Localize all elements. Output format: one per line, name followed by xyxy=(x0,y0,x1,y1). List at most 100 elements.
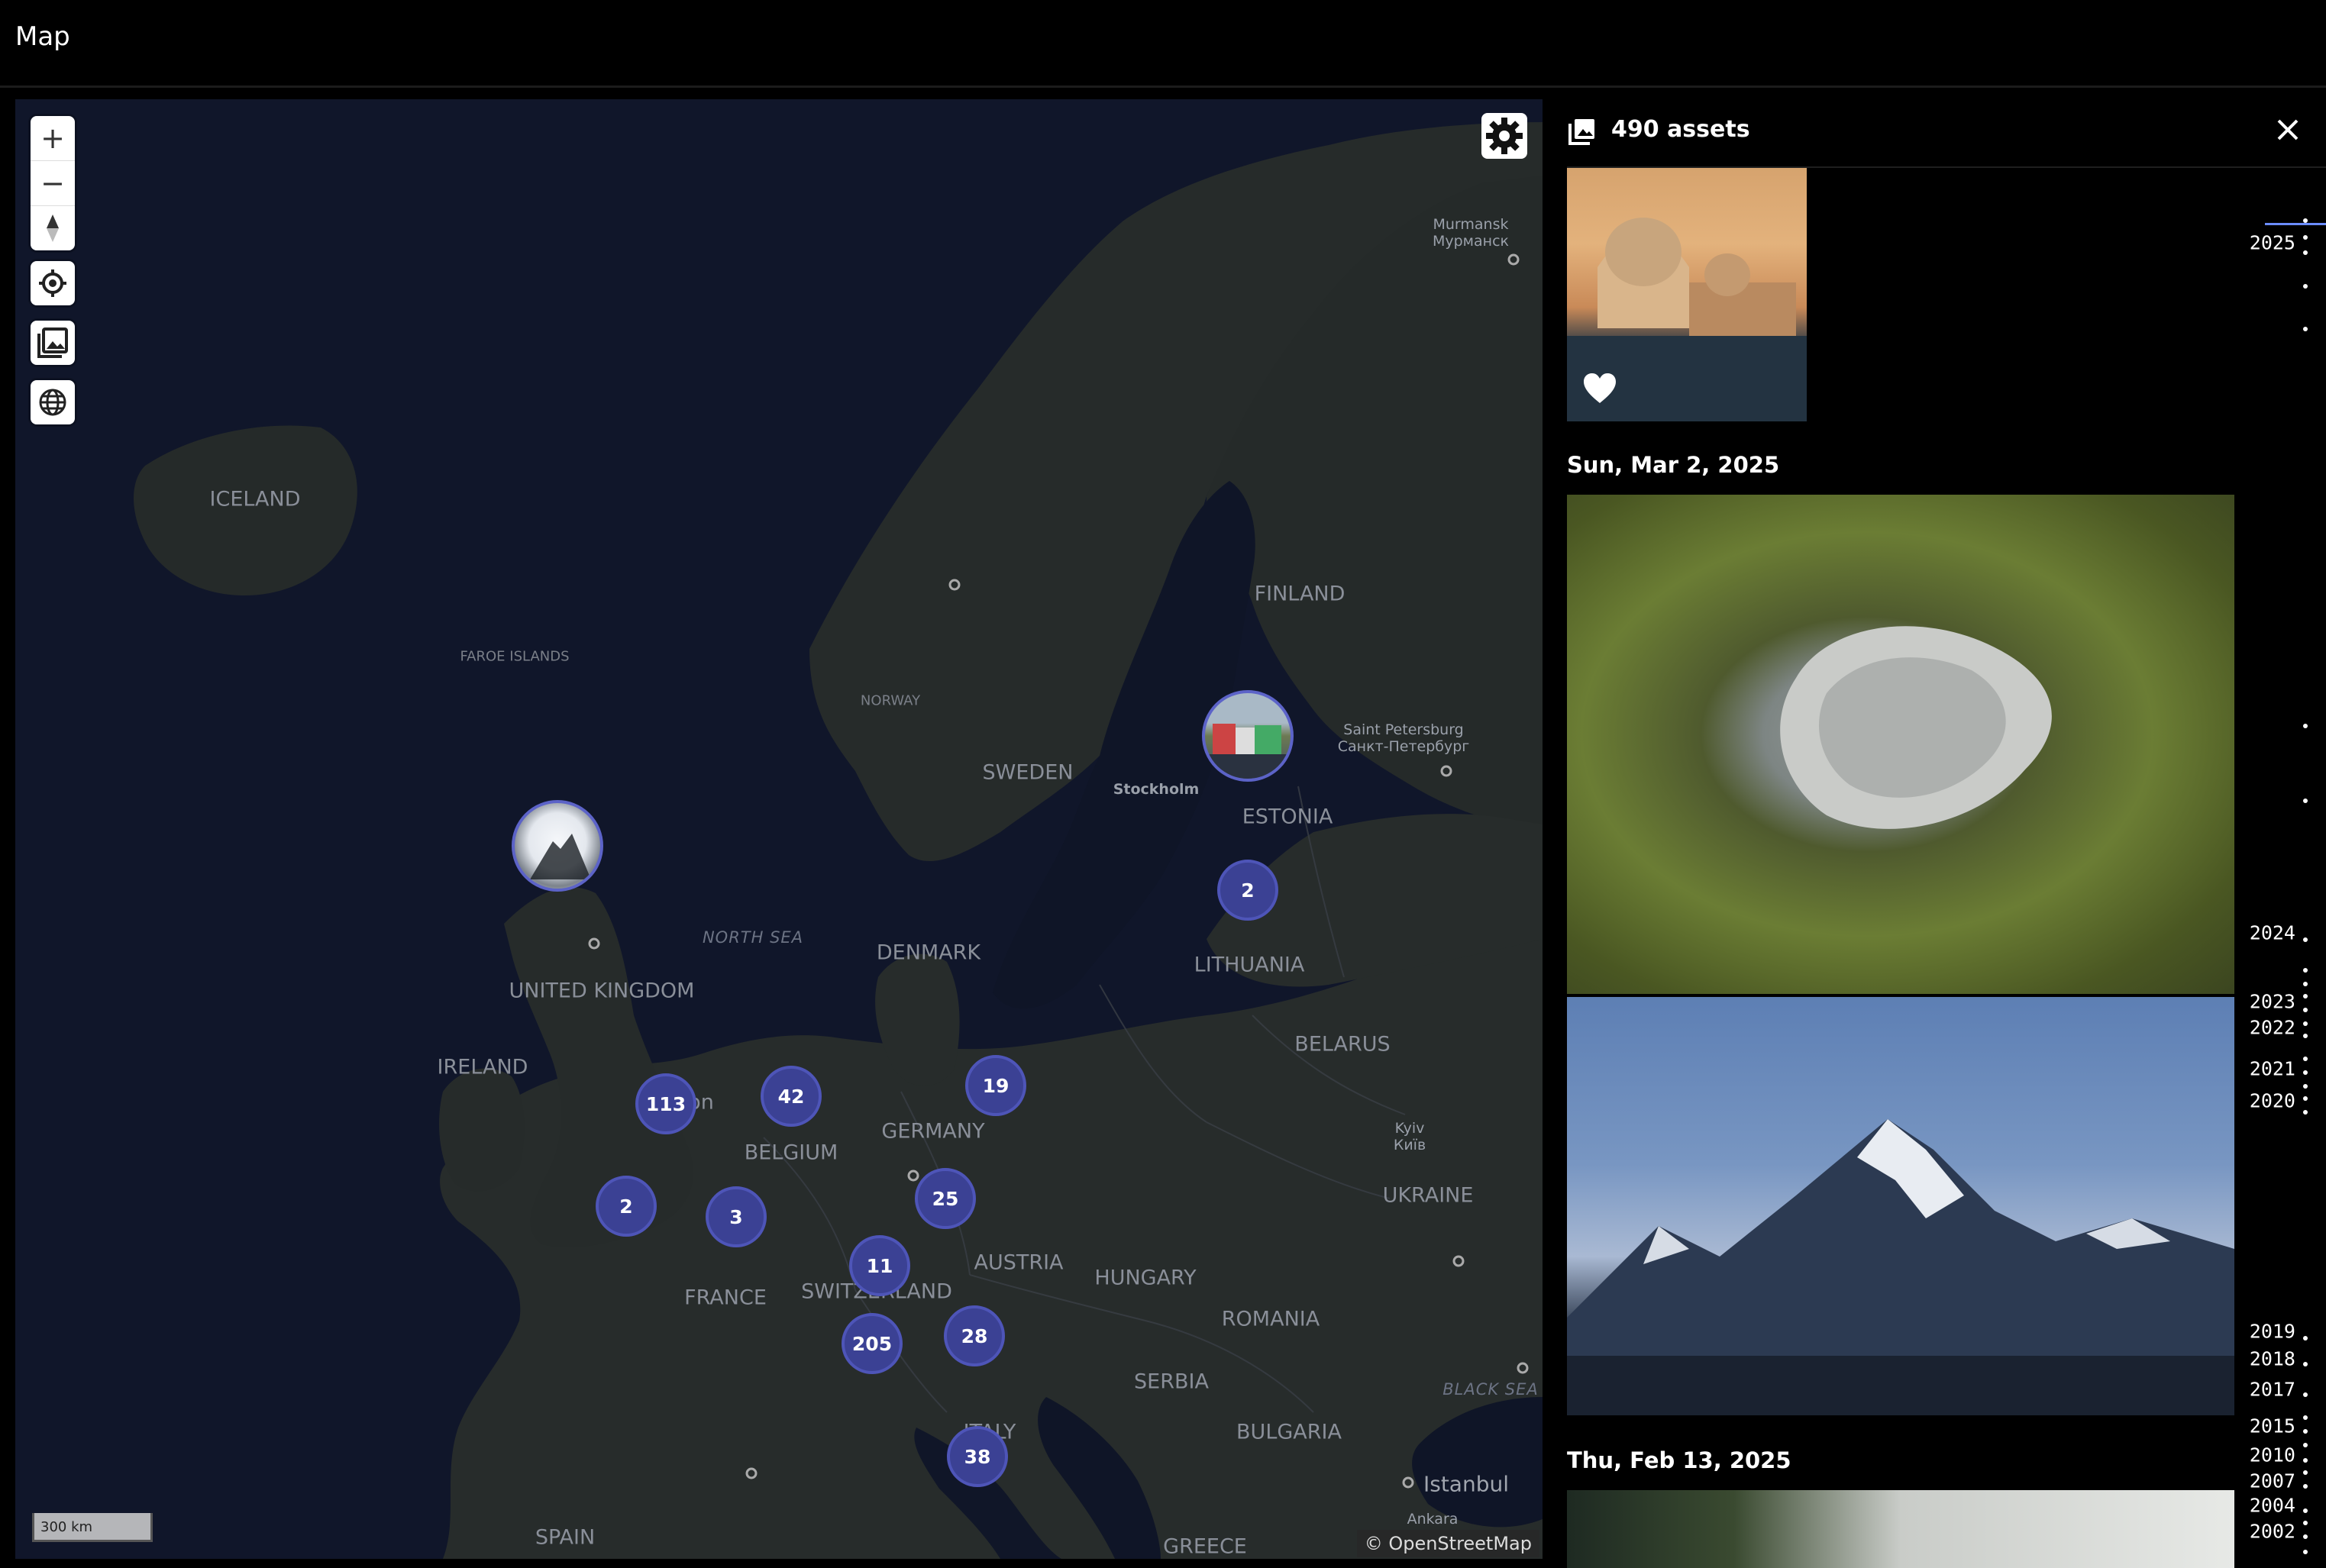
map-attribution[interactable]: © OpenStreetMap xyxy=(1356,1530,1539,1557)
favorite-heart-icon[interactable] xyxy=(1582,373,1617,405)
cluster-marker[interactable]: 11 xyxy=(849,1235,910,1296)
asset-count: 490 assets xyxy=(1611,116,1750,143)
label-sweden: SWEDEN xyxy=(982,760,1074,785)
label-belgium: BELGIUM xyxy=(744,1141,838,1165)
label-ankara: Ankara xyxy=(1407,1511,1459,1528)
locate-button[interactable] xyxy=(31,261,75,305)
scrubber-dot xyxy=(2303,1458,2308,1463)
label-united-kingdom: UNITED KINGDOM xyxy=(509,979,695,1003)
scrubber-year[interactable]: 2019 xyxy=(2250,1321,2295,1343)
cluster-marker[interactable]: 19 xyxy=(965,1055,1026,1116)
label-hungary: HUNGARY xyxy=(1094,1266,1197,1290)
label-estonia: ESTONIA xyxy=(1242,805,1333,829)
zoom-controls: + − xyxy=(31,116,75,250)
label-kyiv: Kyiv xyxy=(1394,1120,1425,1137)
scrubber-year[interactable]: 2023 xyxy=(2250,991,2295,1013)
label-stockholm: Stockholm xyxy=(1113,781,1200,798)
compass-icon xyxy=(47,215,59,242)
label-spain: SPAIN xyxy=(535,1525,596,1550)
scrubber-dot xyxy=(2303,1550,2308,1554)
scrubber-dot xyxy=(2303,235,2308,240)
scrubber-year[interactable]: 2025 xyxy=(2250,232,2295,254)
scrubber-dot xyxy=(2303,982,2308,986)
scrubber-dot xyxy=(2303,1084,2308,1089)
label-romania: ROMANIA xyxy=(1221,1307,1320,1331)
label-bulgaria: BULGARIA xyxy=(1236,1420,1342,1444)
scrubber-dot xyxy=(2303,218,2308,223)
label-denmark: DENMARK xyxy=(876,940,981,965)
asset-thumbnail[interactable] xyxy=(1567,168,1807,421)
label-belarus: BELARUS xyxy=(1294,1032,1391,1057)
scrubber-dot xyxy=(2303,1021,2308,1026)
asset-thumbnail[interactable] xyxy=(1567,1490,2234,1568)
scrubber-dot xyxy=(2303,1443,2308,1447)
photo-marker-market-image xyxy=(1205,724,1291,779)
globe-icon xyxy=(39,389,66,416)
cluster-marker[interactable]: 3 xyxy=(706,1186,767,1247)
zoom-in-button[interactable]: + xyxy=(31,116,75,161)
scrubber-dot xyxy=(2303,284,2308,289)
asset-thumbnail[interactable] xyxy=(1567,495,2234,994)
label-ukraine: UKRAINE xyxy=(1382,1183,1474,1208)
label-france: FRANCE xyxy=(684,1286,767,1310)
scrubber-dot xyxy=(2303,1057,2308,1061)
map-view[interactable]: ICELAND FAROE ISLANDS NORWAY SWEDEN FINL… xyxy=(15,99,1543,1559)
cluster-marker[interactable]: 38 xyxy=(947,1426,1008,1487)
cluster-marker[interactable]: 28 xyxy=(944,1305,1005,1366)
compass-button[interactable] xyxy=(31,206,75,250)
label-serbia: SERBIA xyxy=(1134,1370,1209,1394)
photo-library-icon xyxy=(37,327,68,358)
scrubber-year[interactable]: 2020 xyxy=(2250,1090,2295,1112)
label-kyiv-ua: Київ xyxy=(1393,1137,1426,1153)
scrubber-dot xyxy=(2303,327,2308,331)
cluster-marker[interactable]: 205 xyxy=(842,1313,903,1374)
globe-button[interactable] xyxy=(31,380,75,424)
cluster-marker[interactable]: 113 xyxy=(635,1073,696,1134)
scrubber-year[interactable]: 2021 xyxy=(2250,1058,2295,1080)
map-settings-button[interactable] xyxy=(1481,113,1527,159)
scrubber-year[interactable]: 2018 xyxy=(2250,1348,2295,1370)
label-finland: FINLAND xyxy=(1254,582,1346,606)
label-ireland: IRELAND xyxy=(437,1055,528,1079)
scrubber-dot xyxy=(2303,1415,2308,1420)
label-black-sea: BLACK SEA xyxy=(1442,1380,1539,1399)
scrubber-dot xyxy=(2303,1521,2308,1525)
cluster-marker[interactable]: 42 xyxy=(761,1066,822,1127)
scrubber-year[interactable]: 2017 xyxy=(2250,1379,2295,1401)
scrubber-dot xyxy=(2303,1070,2308,1075)
scrubber-year[interactable]: 2002 xyxy=(2250,1521,2295,1543)
asset-thumbnail[interactable] xyxy=(1567,997,2234,1415)
scrubber-year[interactable]: 2024 xyxy=(2250,922,2295,944)
scrubber-year[interactable]: 2010 xyxy=(2250,1444,2295,1466)
label-murmansk: Murmansk xyxy=(1433,216,1509,233)
scrubber-dot xyxy=(2303,1096,2308,1101)
label-germany: GERMANY xyxy=(881,1119,985,1144)
page-title: Map xyxy=(15,21,70,52)
map-base-layer xyxy=(15,99,1543,1559)
timeline-scrubber[interactable]: 2025 2024 2023 2022 2021 2020 2019 2018 … xyxy=(2244,99,2326,1568)
zoom-out-button[interactable]: − xyxy=(31,161,75,206)
scrubber-year[interactable]: 2004 xyxy=(2250,1495,2295,1517)
cluster-marker[interactable]: 25 xyxy=(915,1168,976,1229)
label-north-sea: NORTH SEA xyxy=(702,928,804,947)
label-norway: NORWAY xyxy=(860,692,921,709)
scrubber-dot xyxy=(2303,937,2308,942)
scrubber-dot xyxy=(2303,1392,2308,1397)
scrubber-dot xyxy=(2303,994,2308,999)
label-saint-petersburg-ru: Санкт-Петербург xyxy=(1337,738,1470,755)
date-group-header: Sun, Mar 2, 2025 xyxy=(1567,452,1780,478)
scrubber-year[interactable]: 2007 xyxy=(2250,1470,2295,1492)
cluster-marker[interactable]: 2 xyxy=(596,1176,657,1237)
photo-marker-finland[interactable] xyxy=(1202,690,1294,782)
photo-marker-scotland[interactable] xyxy=(512,800,603,892)
label-austria: AUSTRIA xyxy=(974,1250,1064,1275)
cluster-marker[interactable]: 2 xyxy=(1217,860,1278,921)
scrubber-year[interactable]: 2015 xyxy=(2250,1415,2295,1437)
label-lithuania: LITHUANIA xyxy=(1194,953,1305,977)
photo-layer-button[interactable] xyxy=(31,321,75,365)
photo-library-icon xyxy=(1568,119,1594,145)
scrubber-dot xyxy=(2303,1336,2308,1341)
scrubber-dot xyxy=(2303,1508,2308,1513)
scrubber-year[interactable]: 2022 xyxy=(2250,1017,2295,1039)
label-faroe-islands: FAROE ISLANDS xyxy=(460,648,570,665)
